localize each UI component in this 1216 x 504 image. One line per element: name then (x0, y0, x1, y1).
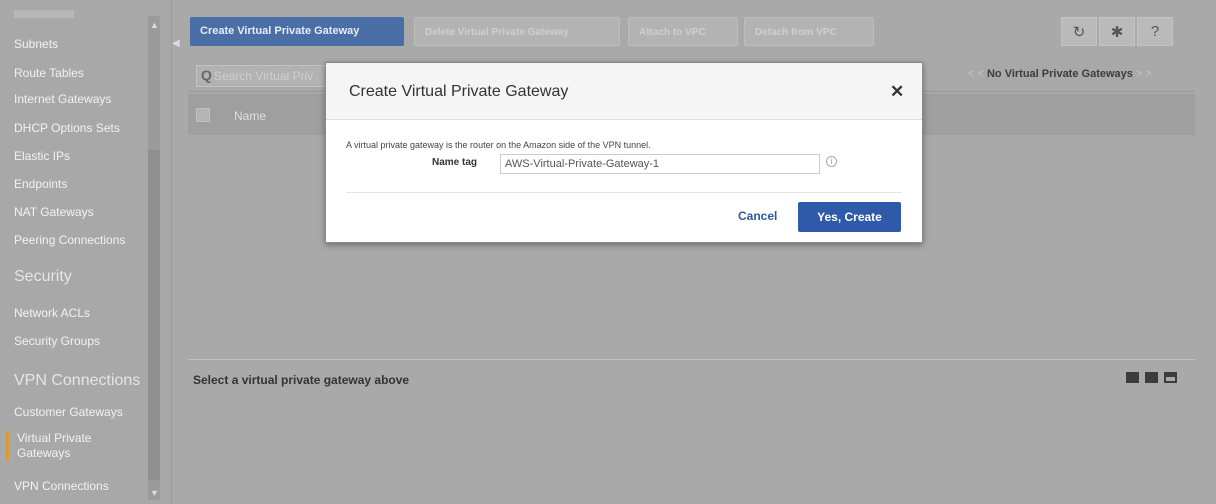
sidebar-item-customer-gateways[interactable]: Customer Gateways (14, 405, 123, 419)
detail-empty-text: Select a virtual private gateway above (193, 373, 410, 387)
sidebar-section-security: Security (14, 268, 72, 285)
cancel-button[interactable]: Cancel (738, 209, 777, 223)
yes-create-button[interactable]: Yes, Create (798, 202, 901, 232)
panel-divider[interactable] (188, 359, 1195, 360)
dialog-divider (346, 192, 902, 193)
sidebar-item-route-tables[interactable]: Route Tables (14, 66, 84, 80)
sidebar-item-nat-gateways[interactable]: NAT Gateways (14, 205, 94, 219)
sidebar-item-security-groups[interactable]: Security Groups (14, 334, 100, 348)
pager-text: No Virtual Private Gateways (986, 68, 1133, 80)
sidebar-item-elastic-ips[interactable]: Elastic IPs (14, 149, 70, 163)
sidebar-item-virtual-private-gateways[interactable]: Virtual Private Gateways (6, 431, 91, 461)
dialog-description: A virtual private gateway is the router … (346, 140, 651, 150)
sidebar-item-label: Virtual Private (17, 431, 92, 445)
gear-icon[interactable]: ✱ (1099, 17, 1135, 46)
search-icon: Q (201, 67, 212, 83)
sidebar-scroll-thumb[interactable] (148, 150, 160, 480)
sidebar-item-label: Gateways (17, 446, 71, 460)
layout-full-icon[interactable] (1126, 372, 1139, 383)
refresh-icon[interactable]: ↻ (1061, 17, 1097, 46)
create-vpg-dialog: Create Virtual Private Gateway ✕ A virtu… (325, 62, 923, 243)
search-placeholder: Search Virtual Priv (214, 69, 314, 83)
sidebar-item-network-acls[interactable]: Network ACLs (14, 306, 90, 320)
collapse-sidebar-icon[interactable]: ◀ (172, 38, 180, 49)
sidebar-item-peering[interactable]: Peering Connections (14, 233, 125, 247)
help-icon[interactable]: ? (1137, 17, 1173, 46)
dialog-title: Create Virtual Private Gateway (349, 83, 569, 100)
name-tag-input[interactable] (500, 154, 820, 174)
pager: < < No Virtual Private Gateways > > (968, 68, 1152, 80)
sidebar-item-internet-gateways[interactable]: Internet Gateways (14, 92, 111, 106)
layout-collapsed-icon[interactable] (1164, 372, 1177, 383)
name-tag-label: Name tag (432, 157, 478, 168)
next-page-icon[interactable]: > > (1136, 68, 1152, 80)
layout-split-icon[interactable] (1145, 372, 1158, 383)
sidebar-item-subnets[interactable]: Subnets (14, 37, 58, 51)
scroll-down-icon[interactable]: ▼ (150, 488, 159, 498)
create-vpg-button[interactable]: Create Virtual Private Gateway (190, 17, 404, 46)
attach-vpc-button[interactable]: Attach to VPC (628, 17, 738, 46)
sidebar-item-endpoints[interactable]: Endpoints (14, 177, 67, 191)
prev-page-icon[interactable]: < < (968, 68, 987, 80)
sidebar-section-vpn: VPN Connections (14, 372, 141, 389)
sidebar-section-header-cut (14, 10, 74, 18)
column-header-name[interactable]: Name (234, 109, 266, 123)
select-all-checkbox[interactable] (196, 108, 210, 122)
info-icon[interactable]: i (826, 156, 837, 167)
sidebar-item-vpn-connections[interactable]: VPN Connections (14, 479, 109, 493)
scroll-up-icon[interactable]: ▲ (150, 20, 159, 30)
close-icon[interactable]: ✕ (890, 82, 904, 102)
delete-vpg-button[interactable]: Delete Virtual Private Gateway (414, 17, 620, 46)
sidebar: Subnets Route Tables Internet Gateways D… (0, 0, 172, 504)
layout-toggle (1126, 372, 1177, 383)
detach-vpc-button[interactable]: Detach from VPC (744, 17, 874, 46)
sidebar-item-dhcp-options[interactable]: DHCP Options Sets (14, 121, 120, 135)
